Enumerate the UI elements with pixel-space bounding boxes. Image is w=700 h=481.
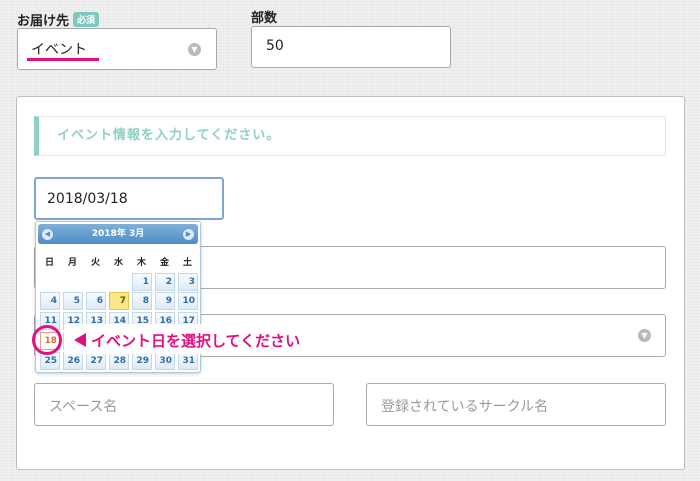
event-info-notice: イベント情報を入力してください。 <box>34 116 666 156</box>
destination-select-value: イベント <box>31 42 87 58</box>
chevron-down-icon: ▼ <box>188 43 201 56</box>
destination-underline-highlight <box>27 58 99 61</box>
calendar-day[interactable]: 30 <box>155 352 175 370</box>
calendar-day[interactable]: 31 <box>178 352 198 370</box>
calendar-day[interactable]: 29 <box>132 352 152 370</box>
chevron-left-icon[interactable]: ◀ <box>42 229 53 240</box>
chevron-right-icon[interactable]: ▶ <box>183 229 194 240</box>
required-badge: 必須 <box>73 12 100 27</box>
circle-name-input[interactable]: 登録されているサークル名 <box>366 383 666 426</box>
calendar-day[interactable]: 28 <box>109 352 129 370</box>
copies-label: 部数 <box>251 11 278 26</box>
destination-label-text: お届け先 <box>17 14 70 29</box>
event-date-input[interactable]: 2018/03/18 <box>34 177 224 220</box>
copies-input[interactable]: 50 <box>251 26 451 68</box>
calendar-day[interactable]: 6 <box>86 292 106 310</box>
calendar-day[interactable]: 27 <box>86 352 106 370</box>
weekday-wed: 水 <box>113 258 123 268</box>
calendar-day[interactable]: 9 <box>155 292 175 310</box>
chevron-down-icon: ▼ <box>638 329 651 342</box>
calendar-header: ◀ 2018年 3月 ▶ <box>38 224 198 244</box>
calendar-day[interactable]: 3 <box>178 273 198 291</box>
circle-name-placeholder: 登録されているサークル名 <box>381 399 549 415</box>
copies-input-value: 50 <box>266 38 284 54</box>
calendar-day[interactable]: 10 <box>178 292 198 310</box>
calendar-day[interactable]: 4 <box>40 292 60 310</box>
calendar-day[interactable]: 8 <box>132 292 152 310</box>
selected-date-highlight-ring <box>32 325 62 355</box>
calendar-day-today[interactable]: 7 <box>109 292 129 310</box>
calendar-title: 2018年 3月 <box>91 229 145 239</box>
weekday-mon: 月 <box>67 258 77 268</box>
event-date-value: 2018/03/18 <box>47 191 128 207</box>
calendar-day[interactable]: 5 <box>63 292 83 310</box>
calendar-day[interactable]: 1 <box>132 273 152 291</box>
space-name-placeholder: スペース名 <box>49 399 118 415</box>
destination-label: お届け先 必須 <box>17 10 100 29</box>
weekday-thu: 木 <box>136 258 146 268</box>
weekday-fri: 金 <box>159 258 169 268</box>
destination-select[interactable]: イベント ▼ <box>17 28 217 70</box>
weekday-sat: 土 <box>182 258 192 268</box>
weekday-sun: 日 <box>44 258 54 268</box>
weekday-tue: 火 <box>90 258 100 268</box>
calendar-day[interactable]: 2 <box>155 273 175 291</box>
triangle-left-icon <box>74 333 86 347</box>
space-name-input[interactable]: スペース名 <box>34 383 334 426</box>
annotation-text: イベント日を選択してください <box>91 332 301 350</box>
calendar-day[interactable]: 26 <box>63 352 83 370</box>
